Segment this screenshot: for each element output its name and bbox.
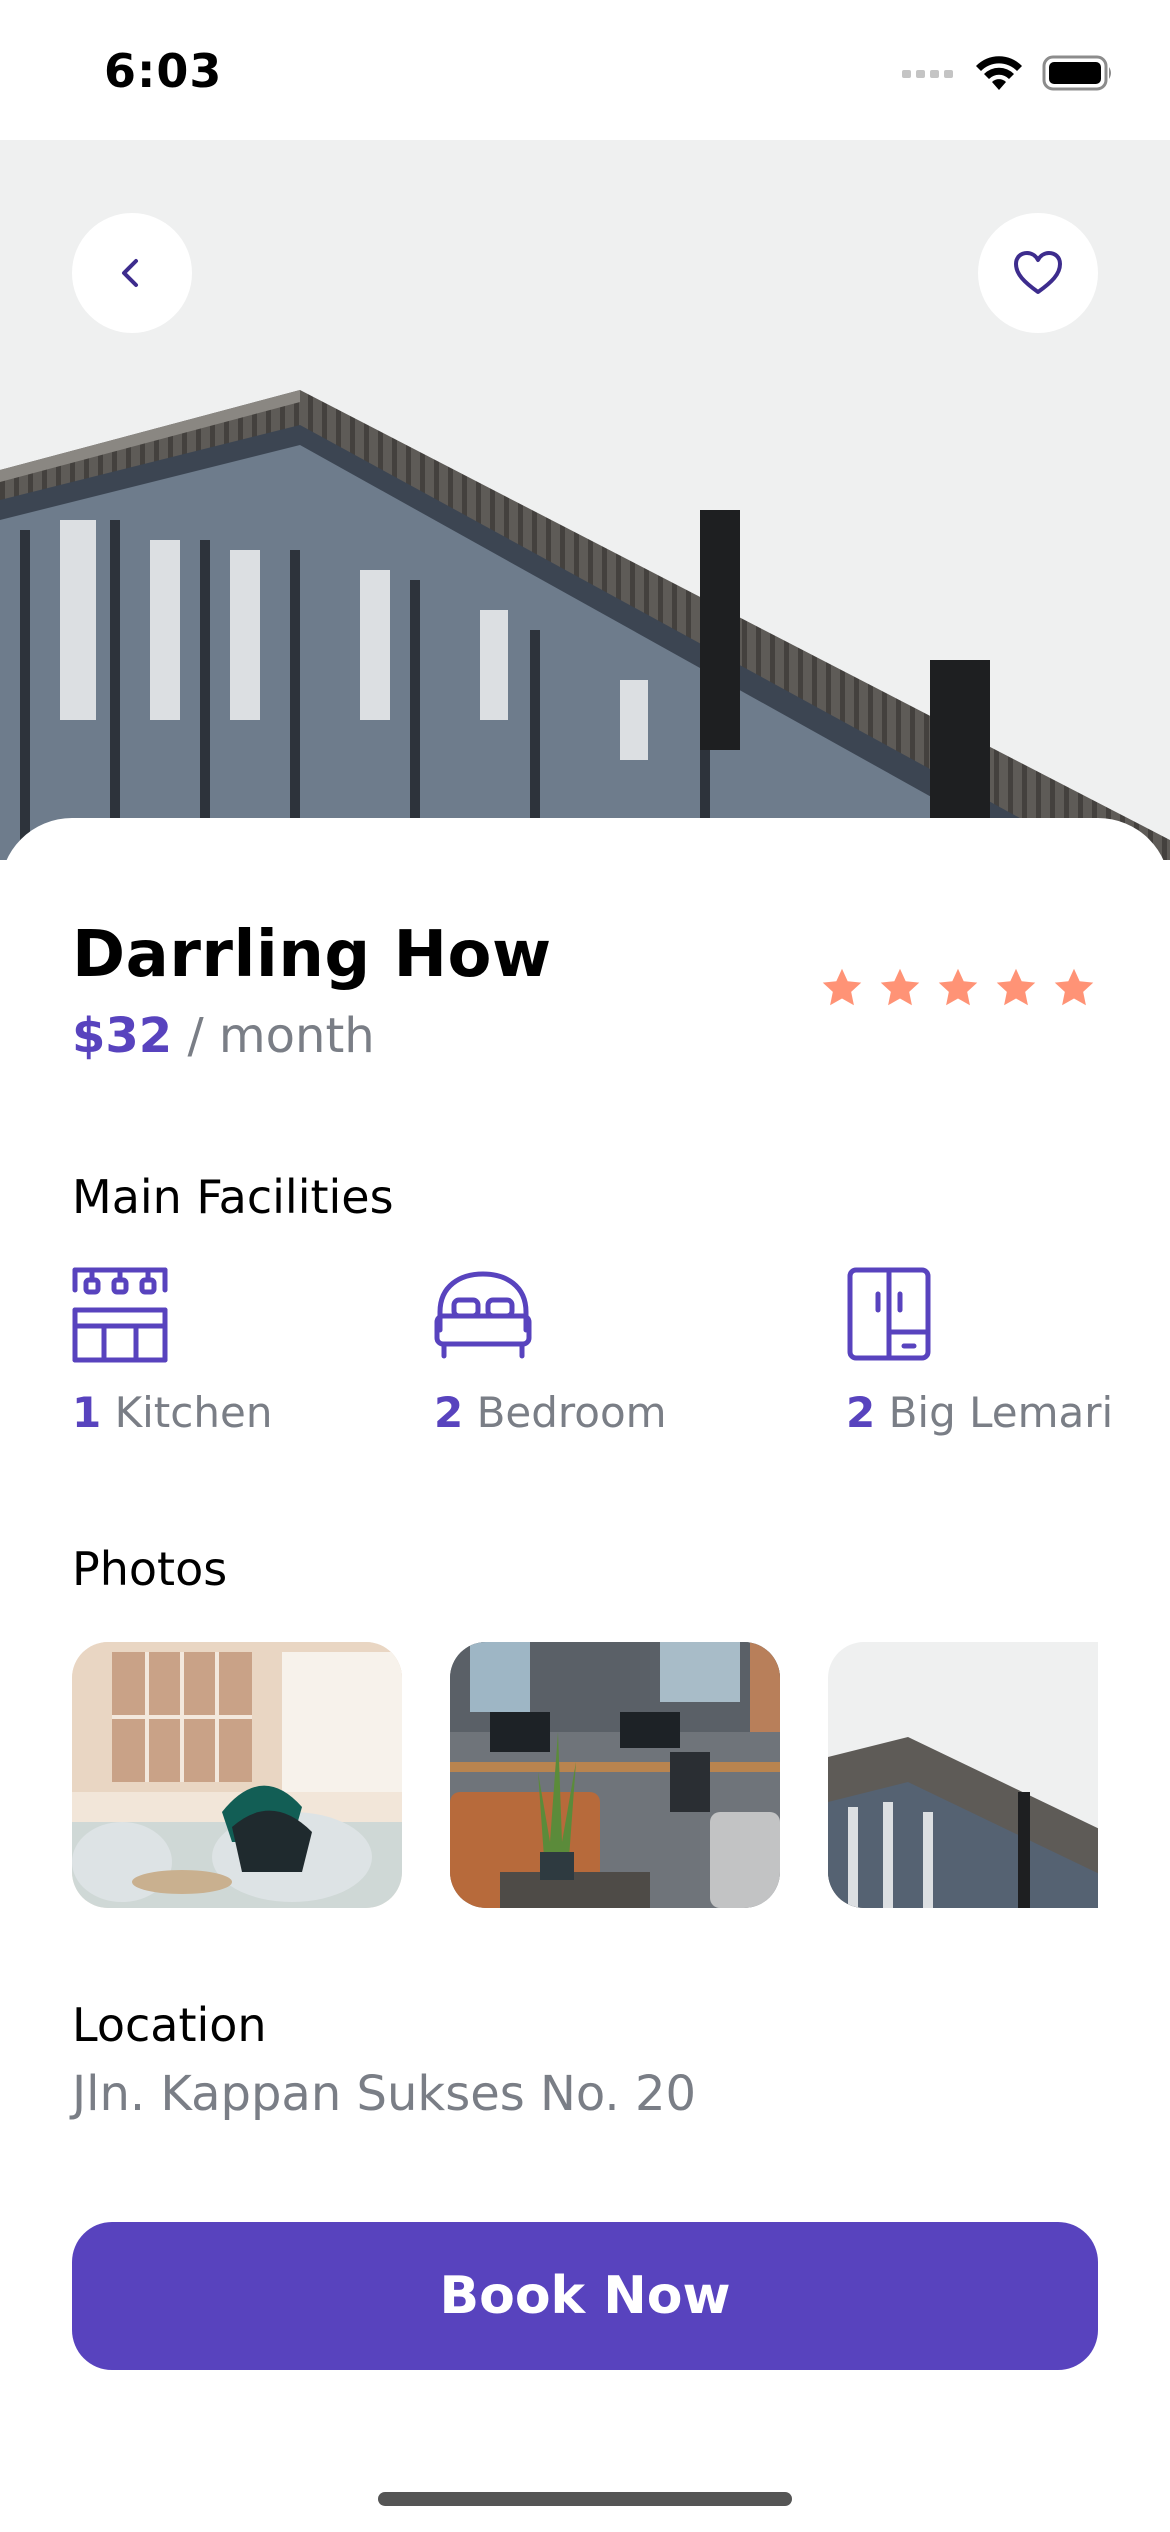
battery-icon <box>1042 55 1111 91</box>
facility-name: Big Lemari <box>875 1388 1114 1437</box>
status-bar: 6:03 <box>0 0 1170 140</box>
facility-name: Bedroom <box>463 1388 667 1437</box>
location-address: Jln. Kappan Sukses No. 20 <box>72 2066 697 2122</box>
photo-thumbnail[interactable] <box>450 1642 780 1908</box>
cellular-signal-icon <box>902 70 953 78</box>
star-icon <box>822 968 862 1006</box>
rating-stars <box>820 966 1096 1010</box>
star-icon <box>996 968 1036 1006</box>
location-title: Location <box>72 1998 267 2052</box>
star-icon <box>880 968 920 1006</box>
facility-label: 1 Kitchen <box>72 1388 272 1437</box>
star-icon <box>938 968 978 1006</box>
favorite-button[interactable] <box>978 213 1098 333</box>
facility-name: Kitchen <box>101 1388 273 1437</box>
facility-bedroom: 2 Bedroom <box>434 1266 667 1437</box>
wifi-icon <box>976 56 1022 90</box>
facility-count: 2 <box>846 1388 876 1437</box>
back-button[interactable] <box>72 213 192 333</box>
price-value: $32 <box>72 1008 173 1064</box>
heart-icon <box>1014 251 1062 294</box>
property-name: Darrling How <box>72 918 552 992</box>
facility-label: 2 Bedroom <box>434 1388 667 1437</box>
facility-kitchen: 1 Kitchen <box>72 1266 272 1437</box>
bed-icon <box>434 1271 532 1359</box>
status-icons <box>902 54 1114 92</box>
detail-sheet: Darrling How $32 / month Main Facilities <box>0 818 1170 2532</box>
photos-title: Photos <box>72 1542 228 1596</box>
price-row: $32 / month <box>72 1008 375 1064</box>
facility-label: 2 Big Lemari <box>846 1388 1113 1437</box>
home-indicator[interactable] <box>378 2492 792 2506</box>
photo-thumbnail[interactable] <box>828 1642 1098 1908</box>
facility-wardrobe: 2 Big Lemari <box>846 1266 1113 1437</box>
facilities-title: Main Facilities <box>72 1170 394 1224</box>
facility-count: 2 <box>434 1388 464 1437</box>
photo-gallery[interactable] <box>72 1642 1098 1908</box>
wardrobe-icon <box>847 1267 931 1361</box>
photo-thumbnail[interactable] <box>72 1642 402 1908</box>
star-icon <box>1054 968 1094 1006</box>
facility-count: 1 <box>72 1388 102 1437</box>
chevron-left-icon <box>122 259 138 287</box>
book-now-button[interactable]: Book Now <box>72 2222 1098 2370</box>
kitchen-icon <box>72 1267 168 1363</box>
price-period: / month <box>172 1008 375 1064</box>
status-time: 6:03 <box>104 44 223 98</box>
